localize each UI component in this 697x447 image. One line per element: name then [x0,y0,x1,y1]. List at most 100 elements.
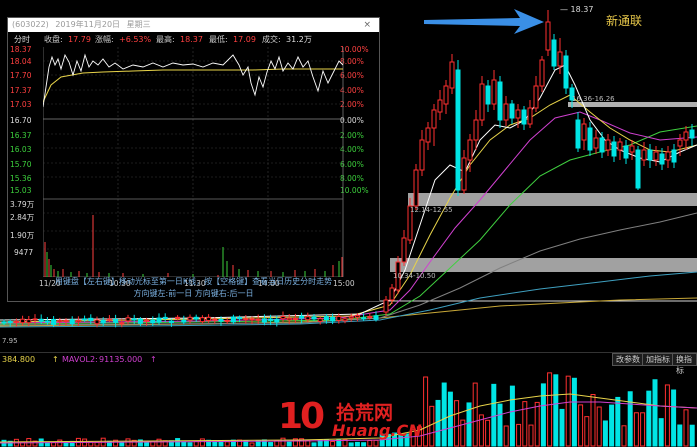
candle-body [181,319,187,323]
candle-body [7,321,13,324]
volume-bar [671,389,677,447]
intraday-chart[interactable] [43,47,344,277]
candle-body [63,319,69,322]
candle-body [641,149,647,161]
candle-body [342,318,348,322]
intraday-popup[interactable]: (603022) 2019年11月20日 星期三 × 分时 收盘: 17.79 … [7,17,380,302]
candle-body [280,315,286,320]
volume-indicator-bar: 384.800 ↑ MAVOL2: 91135.000 ↑ 改参数 加指标 换指… [0,352,697,375]
candle-body [354,314,360,318]
candle-body [224,319,230,322]
volume-bar [578,404,584,447]
candle-body [361,317,367,320]
volume-bar [94,441,100,447]
candle-body [665,151,671,161]
candle-body [323,316,329,321]
level-label-1: 16.36-16.26 [572,95,615,103]
candle-body [509,103,515,119]
pct-tick: 10.00% [340,186,369,195]
candle-body [150,319,156,324]
candle-body [317,318,323,322]
popup-date: 2019年11月20日 [55,20,121,29]
volume-bar [652,379,658,447]
volume-bar [348,442,354,447]
candle-body [689,129,695,139]
volume-bar [509,385,515,447]
change-label: 涨幅: [95,35,114,44]
candle-body [113,318,119,323]
volume-bar [187,442,193,447]
candle-body [455,69,461,191]
candle-body [249,318,255,321]
candle-body [587,127,593,151]
candle-body [629,145,635,153]
volume-bar [664,384,670,447]
volume-bar [199,438,205,447]
level-label-2: 12.14-12.55 [410,206,453,214]
candle-body [199,317,205,323]
candle-body [230,316,236,323]
candle-body [243,318,249,321]
candle-body [119,322,125,325]
turnover-label: 成交: [262,35,281,44]
candle-body [551,39,557,67]
price-tick: 16.03 [10,145,32,154]
popup-title-bar[interactable]: (603022) 2019年11月20日 星期三 × [8,18,379,32]
edit-params-button[interactable]: 改参数 [612,353,644,366]
volume-value: 384.800 [2,355,36,364]
price-tick: 15.03 [10,186,32,195]
volume-bar [286,441,292,447]
candle-body [485,85,491,105]
volume-bar [602,420,608,447]
turnover-value: 31.2万 [286,35,312,44]
keyboard-hint-nav: 方向键左:前一日 方向键右:后一日 [133,289,254,298]
price-tick: 15.70 [10,160,32,169]
candle-body [461,157,467,191]
candle-body [305,316,311,321]
candle-body [168,320,174,323]
volume-bar [441,382,447,447]
watermark-domain: Huang.CN [332,421,422,440]
candle-body [401,237,407,263]
switch-indicator-button[interactable]: 换指标 [672,353,697,375]
high-label: 最高: [156,35,175,44]
volume-bar [472,382,478,447]
candle-body [32,318,38,321]
volume-bar [528,424,534,447]
candle-body [503,103,509,121]
change-value: +6.53% [119,35,152,44]
avg-price-line [43,68,343,103]
add-indicator-button[interactable]: 加指标 [642,353,674,366]
candle-body [539,59,545,87]
candle-body [206,316,212,322]
close-value: 17.79 [68,35,91,44]
candle-body [26,319,32,324]
volume-bar [646,390,652,447]
candle-body [611,141,617,157]
candle-body [311,316,317,320]
vol-tick: 9477 [14,248,34,257]
volume-bar [268,442,274,447]
candle-body [431,109,437,129]
volume-bar [330,441,336,447]
candle-body [515,109,521,119]
candle-body [635,149,641,189]
candle-body [593,137,599,149]
vol-tick: 3.79万 [10,200,35,209]
watermark-digits: 10 [278,396,325,437]
volume-bar [485,419,491,447]
candle-body [175,316,181,319]
candle-body [413,169,419,207]
candle-body [677,139,683,147]
candle-body [348,316,354,319]
candle-body [479,83,485,121]
peak-arrow-icon [424,9,544,34]
close-icon[interactable]: × [359,18,371,32]
volume-bar [627,391,633,447]
volume-bar [621,425,627,447]
volume-bar [311,442,317,447]
price-tick: 17.37 [10,86,32,95]
low-value: 17.09 [233,35,256,44]
volume-bar [559,408,565,447]
candle-body [521,109,527,125]
